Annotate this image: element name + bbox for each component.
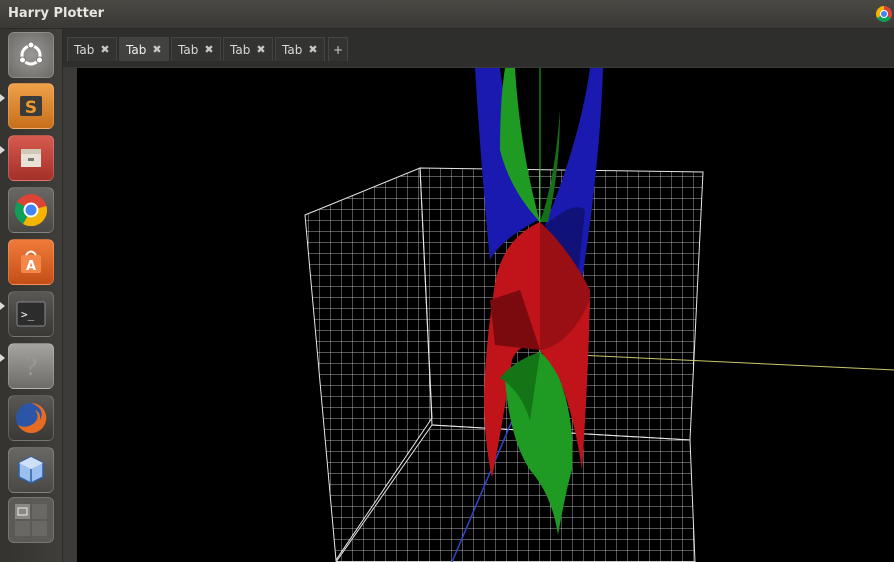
tab-label: Tab — [126, 42, 147, 57]
ubuntu-dash-icon[interactable] — [8, 32, 54, 78]
close-icon[interactable]: ✖ — [100, 38, 109, 62]
chrome-indicator-icon[interactable] — [876, 6, 892, 22]
tab-1[interactable]: Tab ✖ — [67, 37, 117, 61]
virtualbox-icon[interactable] — [8, 447, 54, 493]
add-tab-button[interactable]: + — [328, 37, 348, 61]
tab-bar: Tab ✖ Tab ✖ Tab ✖ Tab ✖ Tab ✖ + — [63, 29, 894, 67]
svg-text:>_: >_ — [21, 308, 35, 321]
tab-label: Tab — [282, 42, 303, 57]
svg-text:S: S — [25, 98, 37, 118]
tab-label: Tab — [230, 42, 251, 57]
sublime-text-icon[interactable]: S — [8, 83, 54, 129]
file-manager-icon[interactable] — [8, 135, 54, 181]
close-icon[interactable]: ✖ — [152, 38, 161, 62]
chrome-icon[interactable] — [8, 187, 54, 233]
terminal-icon[interactable]: >_ — [8, 291, 54, 337]
svg-text:A: A — [26, 259, 36, 274]
tab-2[interactable]: Tab ✖ — [119, 37, 169, 61]
tab-label: Tab — [178, 42, 199, 57]
window-title: Harry Plotter — [8, 6, 105, 21]
launcher: S A >_ ? — [0, 29, 63, 562]
close-icon[interactable]: ✖ — [256, 38, 265, 62]
workspace-switcher-icon[interactable] — [8, 497, 54, 543]
3d-plot-canvas[interactable] — [77, 68, 894, 562]
svg-text:?: ? — [25, 353, 38, 381]
help-icon[interactable]: ? — [8, 343, 54, 389]
tab-label: Tab — [74, 42, 95, 57]
firefox-icon[interactable] — [8, 395, 54, 441]
plot-viewport[interactable] — [77, 68, 894, 562]
window-titlebar: Harry Plotter — [0, 0, 894, 29]
close-icon[interactable]: ✖ — [308, 38, 317, 62]
software-center-icon[interactable]: A — [8, 239, 54, 285]
tab-3[interactable]: Tab ✖ — [171, 37, 221, 61]
tab-4[interactable]: Tab ✖ — [223, 37, 273, 61]
tab-5[interactable]: Tab ✖ — [275, 37, 325, 61]
close-icon[interactable]: ✖ — [204, 38, 213, 62]
